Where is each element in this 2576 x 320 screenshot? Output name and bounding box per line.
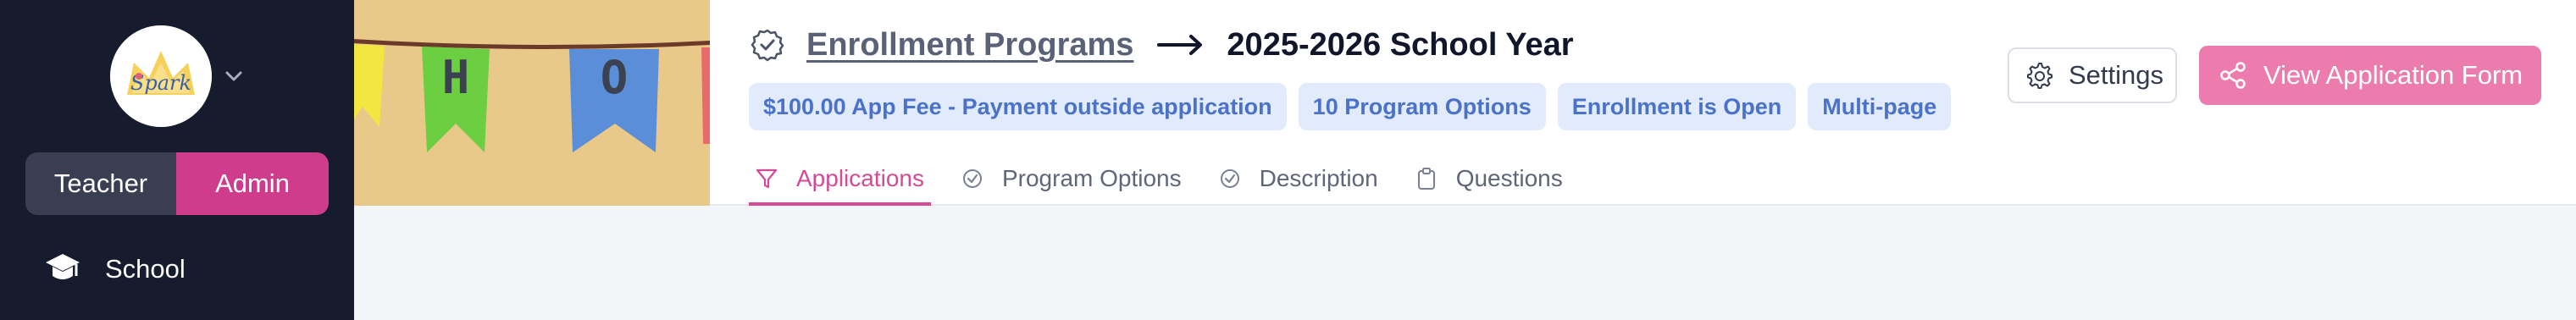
app-fee-badge: $100.00 App Fee - Payment outside applic… [749,83,1287,130]
program-badges: $100.00 App Fee - Payment outside applic… [749,83,1952,130]
role-teacher-button[interactable]: Teacher [25,152,176,215]
sidebar-item-school[interactable]: School [42,246,186,293]
sidebar: Spark Teacher Admin School [0,0,354,320]
banner-letter-h: H [442,51,470,104]
filter-icon [756,168,778,188]
enrollment-status-badge: Enrollment is Open [1557,83,1797,130]
tab-program-options[interactable]: Program Options [955,151,1188,206]
check-circle-icon [751,29,784,62]
school-logo[interactable]: Spark [110,25,212,127]
check-circle-icon [962,168,982,188]
spark-logo-icon: Spark [110,25,212,127]
arrow-right-icon [1157,35,1203,55]
multi-page-badge: Multi-page [1808,83,1952,130]
clipboard-icon [1417,167,1435,190]
view-application-form-button[interactable]: View Application Form [2199,46,2541,105]
gear-icon [2027,63,2052,89]
check-circle-icon [1220,168,1239,188]
settings-button[interactable]: Settings [2008,47,2177,103]
tab-description[interactable]: Description [1212,151,1385,206]
role-admin-button[interactable]: Admin [176,152,329,215]
chevron-down-icon[interactable] [222,68,246,85]
tab-applications[interactable]: Applications [749,151,931,206]
graduation-cap-icon [46,254,80,279]
app-root: Spark Teacher Admin School H O Enrollmen… [0,0,2576,320]
program-title: 2025-2026 School Year [1227,26,1574,63]
tab-label: Program Options [1001,164,1182,191]
breadcrumb-enrollment-programs-link[interactable]: Enrollment Programs [806,27,1133,63]
program-banner-image: H O [354,0,710,206]
sidebar-item-label: School [105,254,186,284]
role-toggle: Teacher Admin [25,152,329,215]
view-application-form-label: View Application Form [2263,60,2523,90]
settings-label: Settings [2069,60,2164,90]
page-title: Enrollment Programs 2025-2026 School Yea… [751,22,1574,68]
banner-letter-o: O [601,51,629,104]
program-header: Enrollment Programs 2025-2026 School Yea… [710,0,2576,206]
tab-label: Questions [1455,164,1563,191]
program-options-count-badge: 10 Program Options [1298,83,1546,130]
tab-questions[interactable]: Questions [1409,151,1570,206]
program-tabs: Applications Program Options Description [749,151,1593,206]
tab-label: Description [1259,164,1378,191]
share-icon [2220,62,2246,89]
tab-label: Applications [796,164,924,191]
bunting-flags-image: H O [354,0,710,206]
